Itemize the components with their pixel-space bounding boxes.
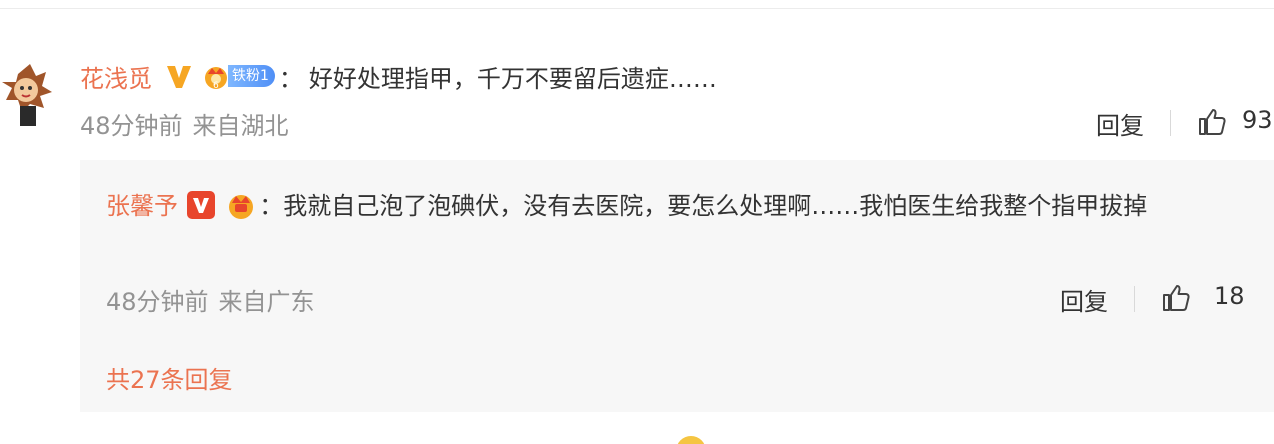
svg-text:6: 6 [213,81,219,90]
reply-location: 来自广东 [218,288,315,316]
reply-text: 我就自己泡了泡碘伏，没有去医院，要怎么处理啊……我怕医生给我整个指甲拔掉 [283,192,1148,220]
verified-v-icon [164,61,194,91]
comment-meta: 48分钟前 来自湖北 [80,106,289,141]
thumbs-up-icon[interactable] [1196,106,1228,138]
reply-reply-button[interactable]: 回复 [1060,282,1108,317]
action-divider [1134,286,1135,312]
comment-username[interactable]: 花浅觅 [80,59,152,94]
total-replies-link[interactable]: 共27条回复 [106,360,233,395]
comment-reply-button[interactable]: 回复 [1096,106,1144,141]
action-divider [1170,110,1171,136]
crown-badge-icon [223,186,259,238]
comment-like-count: 93 [1242,106,1273,134]
fan-badge-label: 铁粉1 [228,65,275,87]
reply-time: 48分钟前 [106,288,209,316]
reply-line: 张馨予 ：我就自己泡了泡碘伏，没有去医院，要怎么处理啊……我怕医生给我整个指甲拔… [106,180,1246,238]
weibo-comment-section: 花浅觅 6 铁粉1 ： 好好处理指甲，千万不要留后遗症…… 48分钟前 来自湖北 … [0,0,1274,444]
top-divider [0,8,1274,9]
emoji-icon [676,436,706,444]
comment-time: 48分钟前 [80,112,183,140]
avatar[interactable] [0,60,54,130]
reply-colon: ： [259,192,284,220]
fan-badge[interactable]: 6 铁粉1 [202,62,275,90]
verified-v-icon [186,186,216,238]
comment-text: 好好处理指甲，千万不要留后遗症…… [308,64,717,93]
thumbs-up-icon[interactable] [1160,282,1192,314]
reply-box: 张馨予 ：我就自己泡了泡碘伏，没有去医院，要怎么处理啊……我怕医生给我整个指甲拔… [80,160,1274,412]
reply-meta: 48分钟前 来自广东 [106,282,315,317]
reply-username[interactable]: 张馨予 [106,192,178,220]
comment-location: 来自湖北 [192,112,289,140]
comment-colon: ： [278,64,303,93]
comment-line: 花浅觅 6 铁粉1 ： 好好处理指甲，千万不要留后遗症…… [80,56,717,96]
reply-like-count: 18 [1214,282,1245,310]
